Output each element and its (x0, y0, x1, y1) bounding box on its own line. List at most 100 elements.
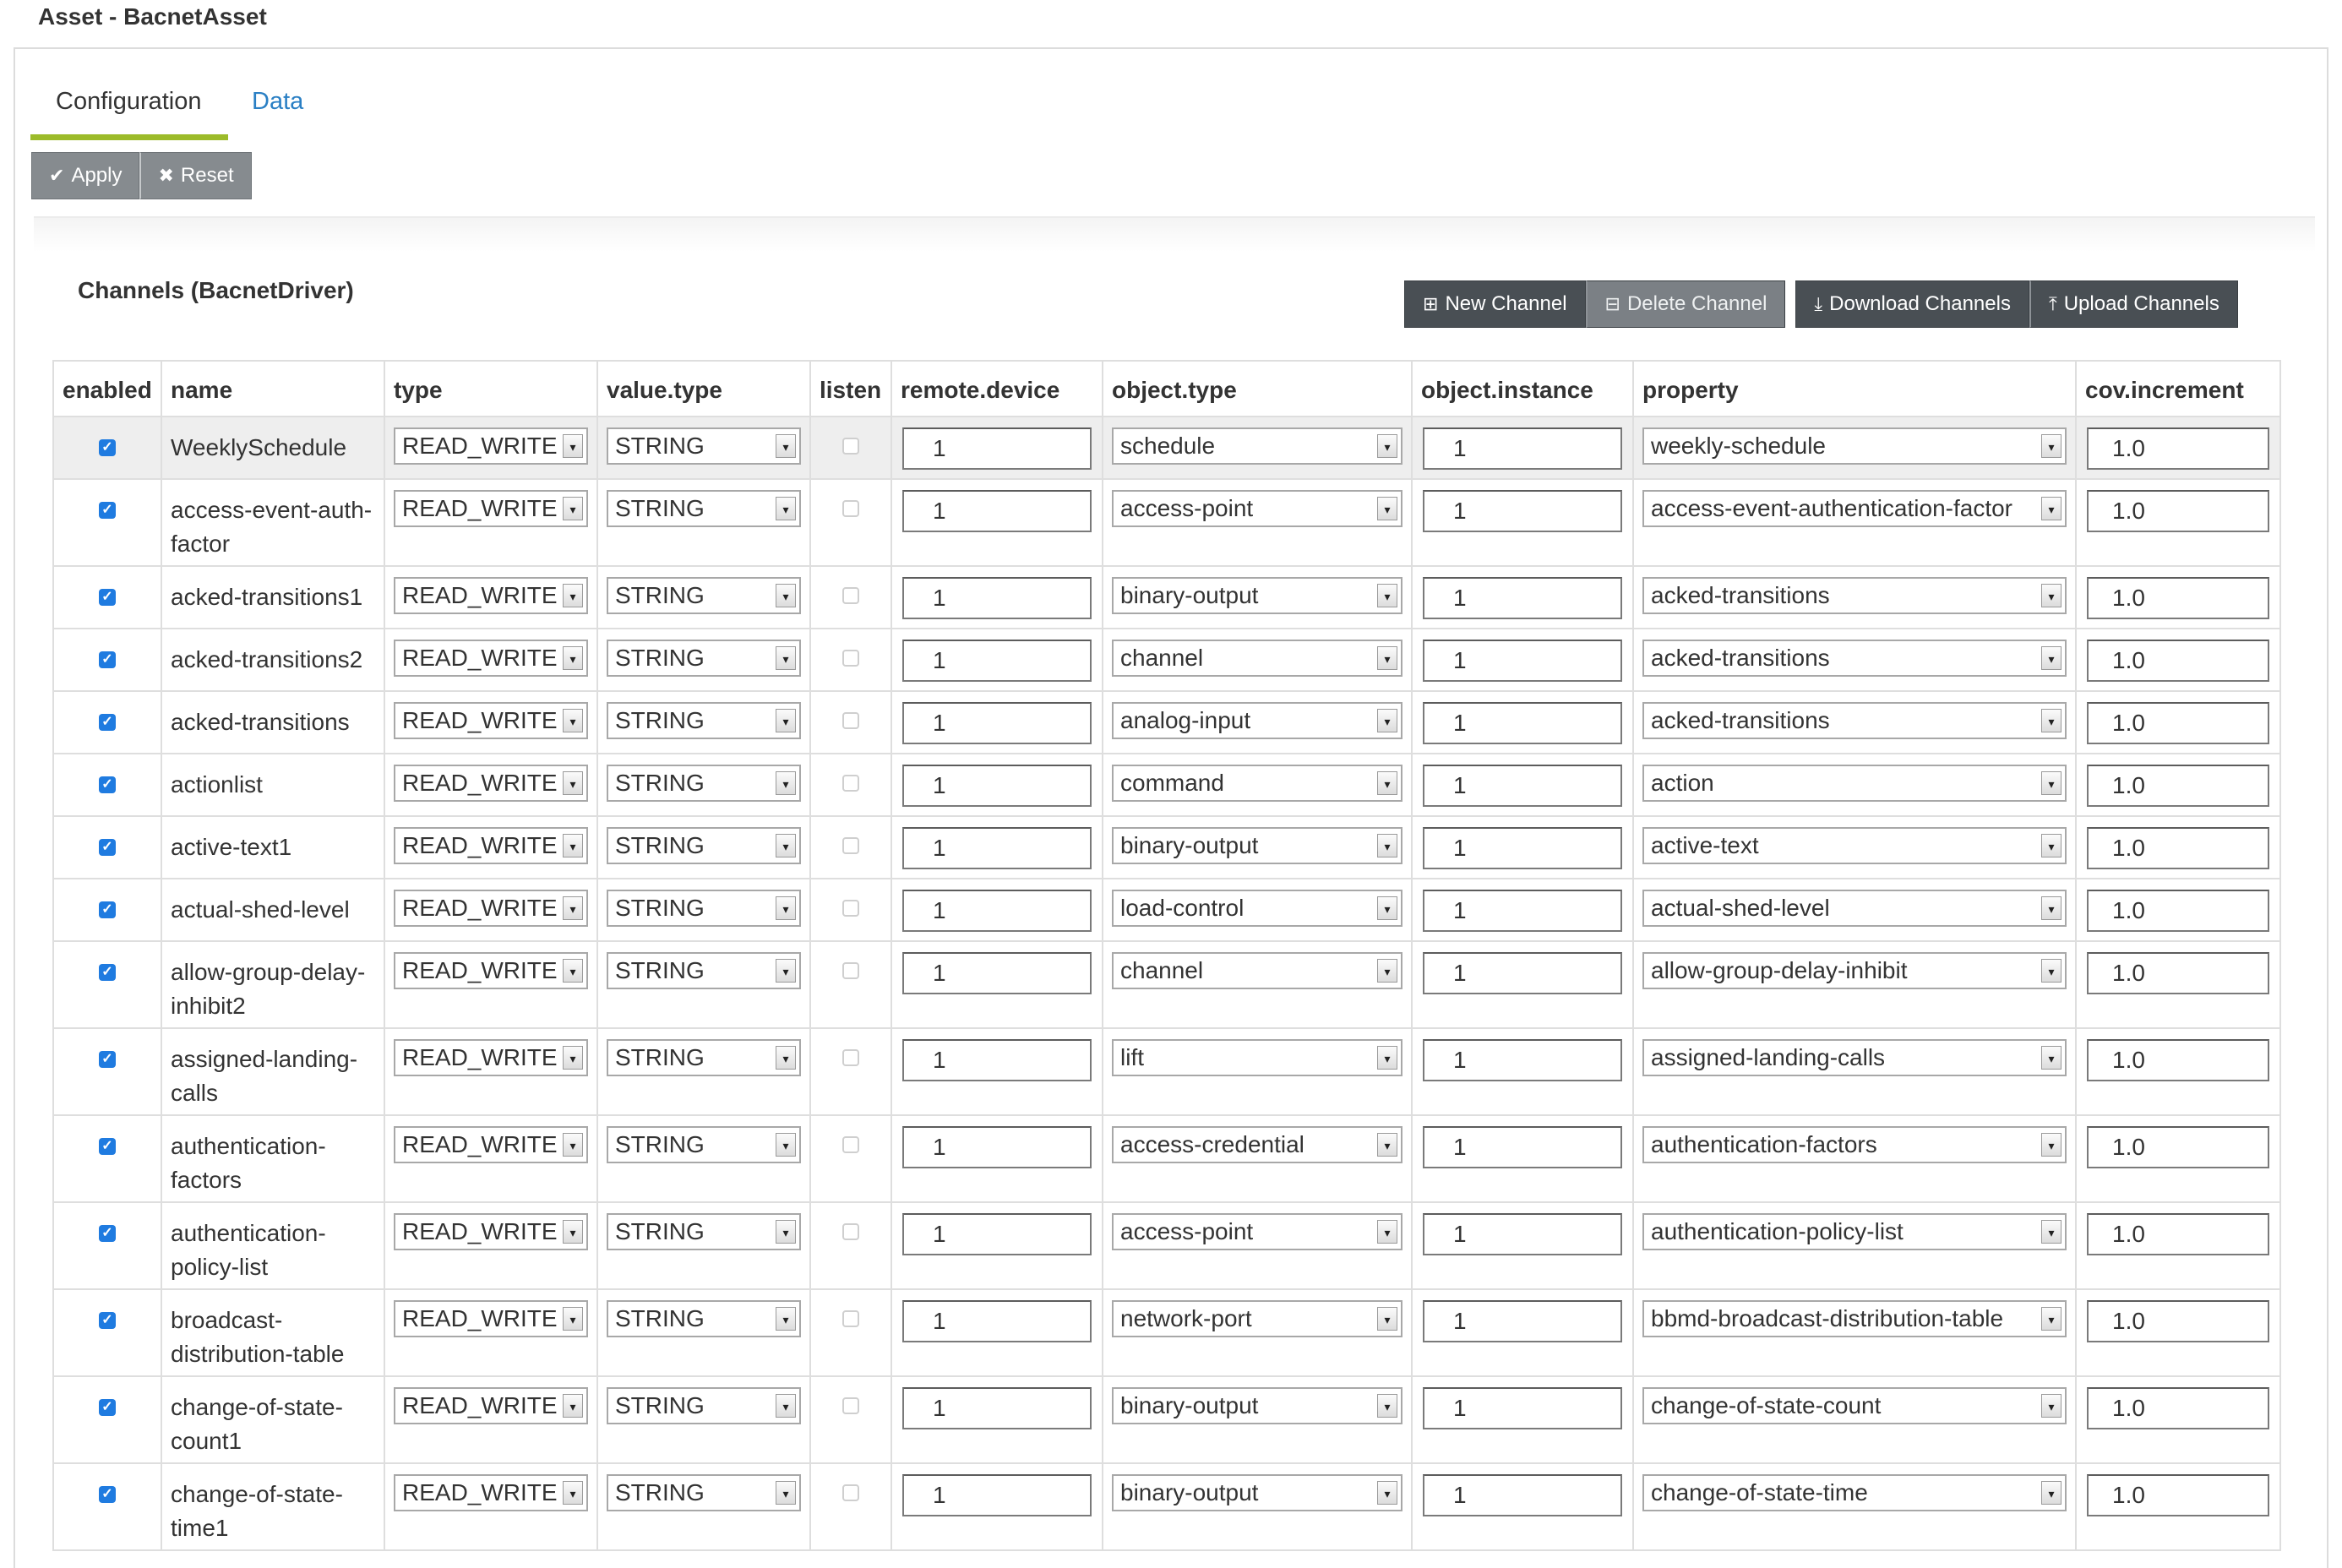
cov-increment-input[interactable]: 1.0 (2087, 890, 2269, 932)
dropdown-arrow-icon[interactable]: ▾ (563, 646, 583, 670)
dropdown-arrow-icon[interactable]: ▾ (2041, 1394, 2062, 1418)
dropdown-arrow-icon[interactable]: ▾ (1377, 1046, 1397, 1070)
remote-device-input[interactable]: 1 (902, 890, 1092, 932)
property-select[interactable]: actual-shed-level ▾ (1642, 890, 2067, 927)
remote-device-input[interactable]: 1 (902, 490, 1092, 532)
object-instance-input[interactable]: 1 (1423, 1387, 1622, 1429)
dropdown-arrow-icon[interactable]: ▾ (776, 771, 796, 795)
object-instance-input[interactable]: 1 (1423, 827, 1622, 869)
object-type-select[interactable]: binary-output ▾ (1112, 827, 1402, 864)
dropdown-arrow-icon[interactable]: ▾ (776, 434, 796, 458)
channel-name[interactable]: WeeklySchedule (162, 417, 384, 465)
listen-checkbox[interactable] (842, 1049, 859, 1066)
remote-device-input[interactable]: 1 (902, 702, 1092, 744)
type-select[interactable]: READ_WRITE ▾ (394, 1474, 588, 1511)
listen-checkbox[interactable] (842, 500, 859, 517)
dropdown-arrow-icon[interactable]: ▾ (2041, 709, 2062, 732)
dropdown-arrow-icon[interactable]: ▾ (776, 1394, 796, 1418)
dropdown-arrow-icon[interactable]: ▾ (776, 896, 796, 920)
apply-button[interactable]: ✔ Apply (31, 152, 140, 199)
column-header[interactable]: type (384, 360, 598, 417)
enabled-checkbox[interactable]: ✓ (99, 439, 116, 456)
channel-name[interactable]: allow-group-delay-inhibit2 (162, 942, 384, 1023)
object-instance-input[interactable]: 1 (1423, 427, 1622, 470)
dropdown-arrow-icon[interactable]: ▾ (2041, 959, 2062, 983)
property-select[interactable]: acked-transitions ▾ (1642, 702, 2067, 739)
dropdown-arrow-icon[interactable]: ▾ (2041, 1307, 2062, 1331)
dropdown-arrow-icon[interactable]: ▾ (563, 497, 583, 520)
column-header[interactable]: remote.device (891, 360, 1103, 417)
object-instance-input[interactable]: 1 (1423, 1126, 1622, 1168)
dropdown-arrow-icon[interactable]: ▾ (563, 896, 583, 920)
value-type-select[interactable]: STRING ▾ (607, 1213, 801, 1250)
dropdown-arrow-icon[interactable]: ▾ (563, 1046, 583, 1070)
channel-name[interactable]: access-event-auth-factor (162, 480, 384, 561)
dropdown-arrow-icon[interactable]: ▾ (563, 1307, 583, 1331)
remote-device-input[interactable]: 1 (902, 1126, 1092, 1168)
type-select[interactable]: READ_WRITE ▾ (394, 427, 588, 465)
listen-checkbox[interactable] (842, 1136, 859, 1153)
enabled-checkbox[interactable]: ✓ (99, 964, 116, 981)
dropdown-arrow-icon[interactable]: ▾ (776, 497, 796, 520)
channel-name[interactable]: authentication-factors (162, 1116, 384, 1197)
property-select[interactable]: access-event-authentication-factor ▾ (1642, 490, 2067, 527)
value-type-select[interactable]: STRING ▾ (607, 640, 801, 677)
dropdown-arrow-icon[interactable]: ▾ (776, 834, 796, 858)
listen-checkbox[interactable] (842, 1310, 859, 1327)
table-row[interactable]: ✓ access-event-auth-factor READ_WRITE ▾ STRI… (52, 478, 2281, 567)
object-type-select[interactable]: binary-output ▾ (1112, 1474, 1402, 1511)
column-header[interactable]: cov.increment (2075, 360, 2281, 417)
table-row[interactable]: ✓ actionlist READ_WRITE ▾ STRING ▾ 1 command ▾ 1 a… (52, 753, 2281, 817)
value-type-select[interactable]: STRING ▾ (607, 827, 801, 864)
table-row[interactable]: ✓ authentication-policy-list READ_WRITE ▾ ST… (52, 1201, 2281, 1290)
dropdown-arrow-icon[interactable]: ▾ (2041, 1220, 2062, 1244)
column-header[interactable]: listen (809, 360, 892, 417)
channel-name[interactable]: authentication-policy-list (162, 1203, 384, 1284)
dropdown-arrow-icon[interactable]: ▾ (563, 1394, 583, 1418)
channel-name[interactable]: assigned-landing-calls (162, 1029, 384, 1110)
enabled-checkbox[interactable]: ✓ (99, 1312, 116, 1329)
value-type-select[interactable]: STRING ▾ (607, 890, 801, 927)
enabled-checkbox[interactable]: ✓ (99, 901, 116, 918)
object-instance-input[interactable]: 1 (1423, 765, 1622, 807)
cov-increment-input[interactable]: 1.0 (2087, 765, 2269, 807)
property-select[interactable]: acked-transitions ▾ (1642, 640, 2067, 677)
object-type-select[interactable]: network-port ▾ (1112, 1300, 1402, 1337)
tab-configuration[interactable]: Configuration (30, 83, 228, 140)
table-row[interactable]: ✓ assigned-landing-calls READ_WRITE ▾ STRING… (52, 1027, 2281, 1116)
type-select[interactable]: READ_WRITE ▾ (394, 577, 588, 614)
channel-name[interactable]: broadcast-distribution-table (162, 1290, 384, 1371)
property-select[interactable]: bbmd-broadcast-distribution-table ▾ (1642, 1300, 2067, 1337)
channel-name[interactable]: active-text1 (162, 817, 384, 864)
remote-device-input[interactable]: 1 (902, 827, 1092, 869)
object-type-select[interactable]: lift ▾ (1112, 1039, 1402, 1076)
listen-checkbox[interactable] (842, 587, 859, 604)
value-type-select[interactable]: STRING ▾ (607, 577, 801, 614)
dropdown-arrow-icon[interactable]: ▾ (776, 1046, 796, 1070)
cov-increment-input[interactable]: 1.0 (2087, 1213, 2269, 1255)
table-row[interactable]: ✓ WeeklySchedule READ_WRITE ▾ STRING ▾ 1 schedu… (52, 416, 2281, 480)
type-select[interactable]: READ_WRITE ▾ (394, 490, 588, 527)
cov-increment-input[interactable]: 1.0 (2087, 427, 2269, 470)
download-channels-button[interactable]: ⤓ Download Channels (1795, 280, 2029, 328)
dropdown-arrow-icon[interactable]: ▾ (563, 1481, 583, 1505)
enabled-checkbox[interactable]: ✓ (99, 502, 116, 519)
table-row[interactable]: ✓ change-of-state-count1 READ_WRITE ▾ STRING… (52, 1375, 2281, 1464)
value-type-select[interactable]: STRING ▾ (607, 1039, 801, 1076)
table-row[interactable]: ✓ allow-group-delay-inhibit2 READ_WRITE ▾ ST… (52, 940, 2281, 1029)
listen-checkbox[interactable] (842, 775, 859, 792)
cov-increment-input[interactable]: 1.0 (2087, 1387, 2269, 1429)
type-select[interactable]: READ_WRITE ▾ (394, 1039, 588, 1076)
dropdown-arrow-icon[interactable]: ▾ (563, 709, 583, 732)
remote-device-input[interactable]: 1 (902, 1387, 1092, 1429)
object-type-select[interactable]: access-credential ▾ (1112, 1126, 1402, 1163)
property-select[interactable]: authentication-policy-list ▾ (1642, 1213, 2067, 1250)
type-select[interactable]: READ_WRITE ▾ (394, 1387, 588, 1424)
object-type-select[interactable]: command ▾ (1112, 765, 1402, 802)
listen-checkbox[interactable] (842, 1223, 859, 1240)
column-header[interactable]: object.instance (1411, 360, 1634, 417)
cov-increment-input[interactable]: 1.0 (2087, 1300, 2269, 1342)
property-select[interactable]: authentication-factors ▾ (1642, 1126, 2067, 1163)
tab-data[interactable]: Data (252, 83, 303, 140)
dropdown-arrow-icon[interactable]: ▾ (563, 834, 583, 858)
